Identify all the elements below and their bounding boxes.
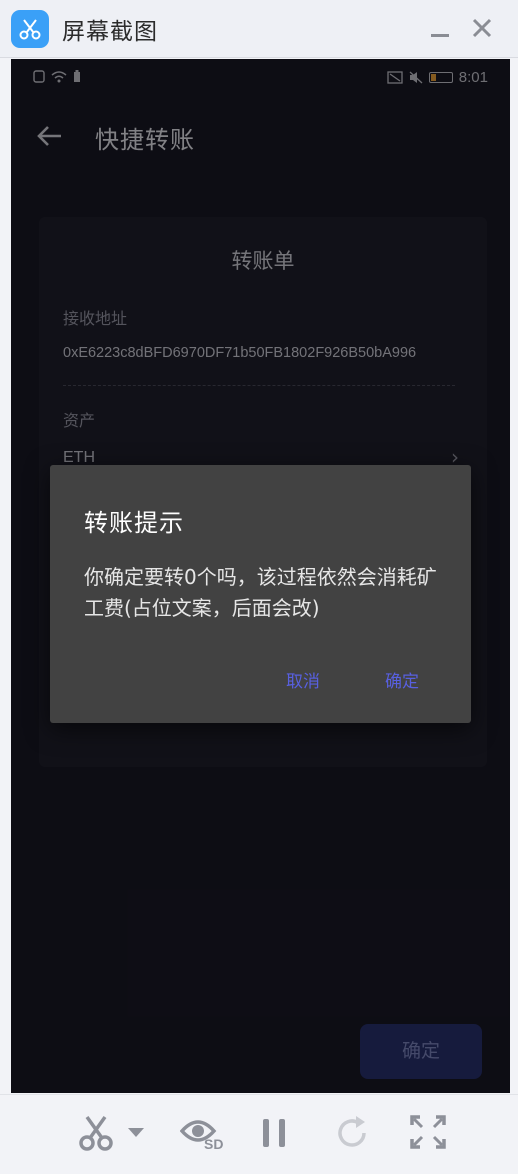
dialog-message: 你确定要转0个吗，该过程依然会消耗矿工费(占位文案，后面会改) [84,565,437,620]
window-title: 屏幕截图 [62,19,158,45]
confirm-dialog: 转账提示 你确定要转0个吗，该过程依然会消耗矿工费(占位文案，后面会改) 取消 … [50,465,471,723]
scissors-logo-icon [11,10,49,48]
fullscreen-button[interactable] [410,1113,446,1157]
scissors-icon [79,1115,113,1151]
screenshot-button[interactable] [78,1113,114,1157]
sd-label: SD [204,1136,223,1152]
close-button[interactable] [466,12,498,44]
refresh-icon [338,1116,366,1147]
close-icon [472,18,492,38]
dialog-title: 转账提示 [84,509,184,537]
dialog-cancel-button[interactable]: 取消 [286,667,320,692]
fullscreen-icon [410,1115,446,1149]
quality-button[interactable]: SD [179,1113,232,1157]
dialog-ok-button[interactable]: 确定 [385,667,419,692]
dropdown-icon [128,1128,144,1137]
bottom-toolbar: SD [0,1094,518,1174]
screenshot-dropdown-button[interactable] [126,1125,146,1144]
window-titlebar: 屏幕截图 [0,0,518,58]
eye-sd-icon: SD [179,1120,223,1152]
phone-screen: 8:01 快捷转账 转账单 接收地址 0xE6223c8dBFD6970DF71… [11,59,510,1093]
pause-button[interactable] [260,1113,290,1157]
refresh-button[interactable] [334,1113,370,1157]
minimize-icon [431,34,449,37]
minimize-button[interactable] [424,12,456,44]
pause-icon [263,1119,285,1147]
